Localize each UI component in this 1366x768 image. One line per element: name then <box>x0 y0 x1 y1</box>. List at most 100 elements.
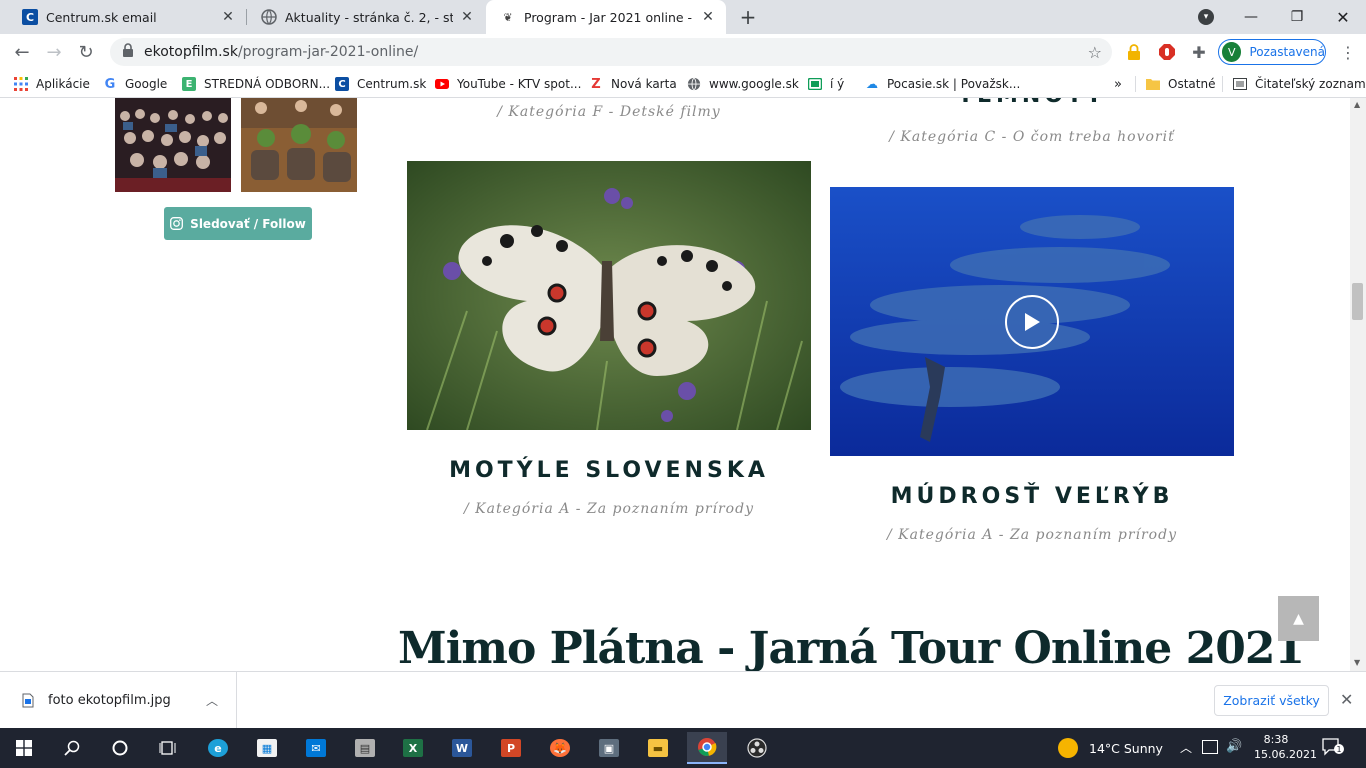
profile-button[interactable]: V Pozastavená <box>1218 39 1326 65</box>
film-video-whales[interactable] <box>830 187 1234 456</box>
chevron-up-icon[interactable]: ︿ <box>206 692 218 709</box>
instagram-icon <box>170 217 184 230</box>
film-image-butterfly[interactable] <box>407 161 811 430</box>
search-icon[interactable] <box>52 732 92 764</box>
bookmarks-more-button[interactable]: » <box>1114 75 1122 93</box>
clock-date: 15.06.2021 <box>1254 748 1317 761</box>
scroll-to-top-button[interactable]: ▲ <box>1278 596 1319 641</box>
tab-centrum-email[interactable]: C Centrum.sk email ✕ <box>8 0 246 34</box>
clock[interactable]: 8:38 15.06.2021 <box>1254 732 1317 762</box>
film-title[interactable]: TEMNOTY <box>830 98 1234 108</box>
weather-text[interactable]: 14°C Sunny <box>1089 741 1163 756</box>
edge-icon[interactable]: e <box>198 732 238 764</box>
film-category: / Kategória C - O čom treba hovoriť <box>889 129 1175 145</box>
forward-arrow-icon[interactable]: → <box>39 37 69 67</box>
reload-icon[interactable]: ↻ <box>71 37 101 67</box>
password-lock-extension-icon[interactable] <box>1124 42 1144 62</box>
adblock-extension-icon[interactable] <box>1157 42 1177 62</box>
file-icon <box>22 693 34 708</box>
volume-icon[interactable]: 🔊 <box>1226 739 1242 754</box>
chrome-icon[interactable] <box>687 732 727 764</box>
chevron-up-icon[interactable]: ︿ <box>1180 739 1192 756</box>
bookmark-iy[interactable]: í ý <box>808 75 844 93</box>
show-all-downloads-button[interactable]: Zobraziť všetky <box>1214 685 1329 716</box>
file-manager-icon[interactable]: ▣ <box>589 732 629 764</box>
url-host: ekotopfilm.sk <box>144 44 238 60</box>
bookmark-label: www.google.sk <box>709 77 799 91</box>
bookmark-folder-ostatne[interactable]: Ostatné <box>1146 75 1215 93</box>
bookmark-star-icon[interactable]: ☆ <box>1088 43 1102 62</box>
globe-icon <box>687 77 701 91</box>
excel-icon[interactable]: X <box>393 732 433 764</box>
address-bar[interactable]: ekotopfilm.sk/program-jar-2021-online/ ☆ <box>110 38 1112 66</box>
film-title[interactable]: MÚDROSŤ VEĽRÝB <box>830 484 1234 509</box>
download-shelf: foto ekotopfilm.jpg ︿ Zobraziť všetky ✕ <box>0 671 1366 728</box>
bookmark-apps[interactable]: Aplikácie <box>14 75 90 93</box>
firefox-icon[interactable]: 🦊 <box>540 732 580 764</box>
tab-title: Program - Jar 2021 online - ekot <box>524 9 694 25</box>
mail-icon[interactable]: ✉ <box>296 732 336 764</box>
scroll-up-arrow-icon[interactable]: ▲ <box>1354 100 1360 109</box>
task-view-icon[interactable] <box>148 732 188 764</box>
bookmark-youtube[interactable]: YouTube - KTV spot... <box>435 75 581 93</box>
edupage-icon: E <box>182 77 196 91</box>
tab-title: Centrum.sk email <box>46 9 157 25</box>
close-tab-icon[interactable]: ✕ <box>700 9 716 25</box>
extensions-puzzle-icon[interactable]: ✚ <box>1189 42 1209 62</box>
back-arrow-icon[interactable]: ← <box>7 37 37 67</box>
reading-list-icon <box>1233 77 1247 91</box>
play-icon[interactable] <box>1005 295 1059 349</box>
sun-weather-icon[interactable] <box>1058 738 1078 758</box>
chevron-up-icon: ▲ <box>1293 610 1304 627</box>
store-icon[interactable]: ▦ <box>247 732 287 764</box>
menu-kebab-icon[interactable]: ⋮ <box>1338 42 1358 62</box>
windows-start-icon[interactable] <box>4 732 44 764</box>
plus-icon[interactable]: + <box>737 5 759 29</box>
word-icon[interactable]: W <box>442 732 482 764</box>
tab-aktuality[interactable]: Aktuality - stránka č. 2, - stránka ✕ <box>247 0 485 34</box>
bookmark-pocasie[interactable]: ☁ Pocasie.sk | Považsk... <box>865 75 1020 93</box>
globe-icon <box>261 9 277 25</box>
download-item[interactable]: foto ekotopfilm.jpg ︿ <box>0 672 237 728</box>
instagram-photo-cinema[interactable] <box>115 98 231 192</box>
instagram-photo-plants[interactable] <box>241 98 357 192</box>
close-shelf-icon[interactable]: ✕ <box>1340 690 1353 709</box>
bookmark-nova-karta[interactable]: Z Nová karta <box>589 75 676 93</box>
lock-icon <box>122 43 134 61</box>
follow-button[interactable]: Sledovať / Follow <box>164 207 312 240</box>
bookmark-label: YouTube - KTV spot... <box>457 77 582 91</box>
close-tab-icon[interactable]: ✕ <box>459 9 475 25</box>
green-square-icon <box>808 77 822 91</box>
bookmark-stredna[interactable]: E STREDNÁ ODBORN... <box>182 75 330 93</box>
download-file-name: foto ekotopfilm.jpg <box>48 692 171 708</box>
bookmark-centrum[interactable]: C Centrum.sk <box>335 75 426 93</box>
maximize-icon[interactable]: ❐ <box>1274 0 1320 34</box>
notifications-icon[interactable]: 1 <box>1322 738 1344 756</box>
calculator-icon[interactable]: ▤ <box>345 732 385 764</box>
close-window-icon[interactable]: ✕ <box>1320 0 1366 34</box>
film-title[interactable]: MOTÝLE SLOVENSKA <box>407 458 811 483</box>
minimize-icon[interactable]: — <box>1228 0 1274 34</box>
bookmark-label: Aplikácie <box>36 77 90 91</box>
vertical-scrollbar[interactable]: ▲ ▼ <box>1350 98 1366 671</box>
bookmark-label: í ý <box>830 77 845 91</box>
follow-label: Sledovať / Follow <box>190 216 306 231</box>
powerpoint-icon[interactable]: P <box>491 732 531 764</box>
reading-list-button[interactable]: Čitateľský zoznam <box>1233 75 1366 93</box>
weather-icon: ☁ <box>866 77 878 91</box>
cortana-icon[interactable] <box>100 732 140 764</box>
obs-icon[interactable] <box>737 732 777 764</box>
scroll-down-arrow-icon[interactable]: ▼ <box>1354 658 1360 667</box>
tab-search-icon[interactable]: ▾ <box>1198 9 1214 25</box>
scrollbar-thumb[interactable] <box>1352 283 1363 320</box>
notification-count: 1 <box>1334 744 1344 754</box>
explorer-folder-icon[interactable]: ▬ <box>638 732 678 764</box>
tab-program[interactable]: ❦ Program - Jar 2021 online - ekot ✕ <box>486 0 726 34</box>
bookmark-google-sk[interactable]: www.google.sk <box>687 75 799 93</box>
section-heading: Mimo Plátna - Jarná Tour Online 2021 <box>398 623 1305 671</box>
bookmark-label: Google <box>125 77 168 91</box>
network-icon[interactable] <box>1202 740 1218 754</box>
bookmark-label: Pocasie.sk | Považsk... <box>887 77 1021 91</box>
close-tab-icon[interactable]: ✕ <box>220 9 236 25</box>
bookmark-google[interactable]: G Google <box>103 75 168 93</box>
